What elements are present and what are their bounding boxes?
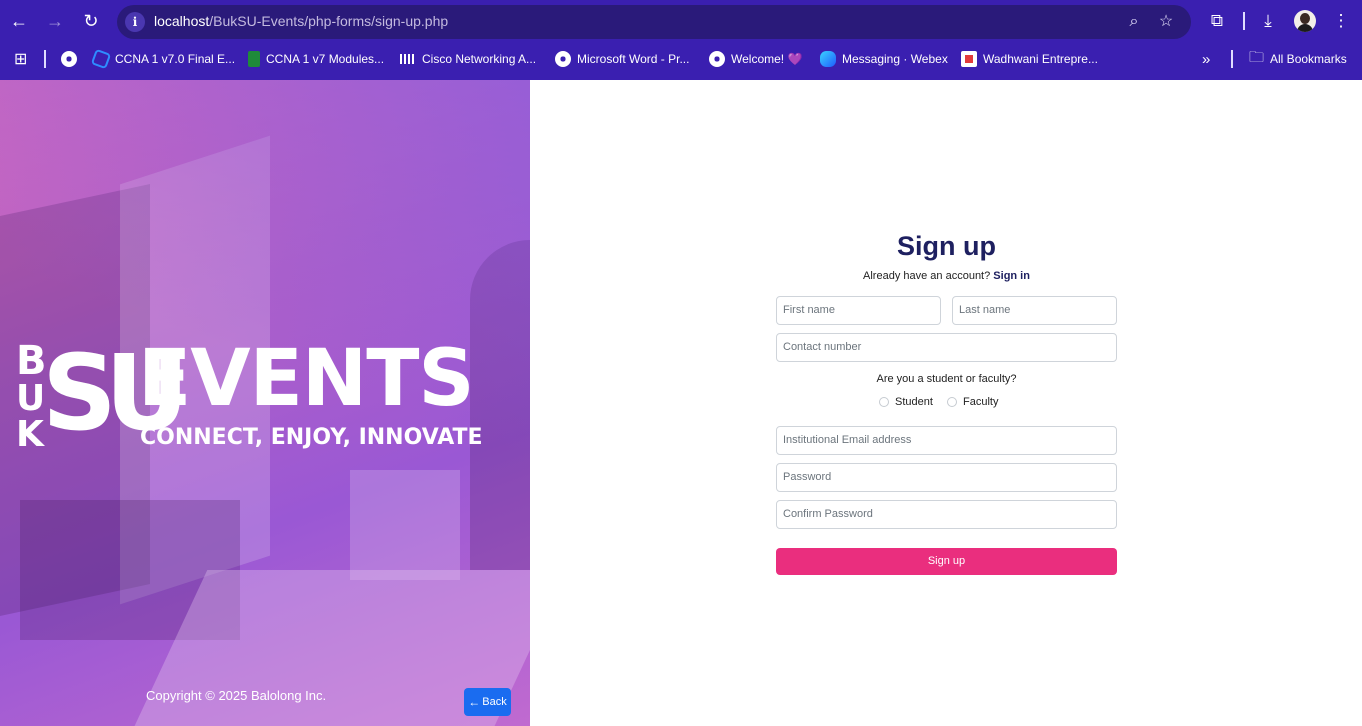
- bookmark-ccna-final[interactable]: CCNA 1 v7.0 Final E...: [90, 48, 235, 70]
- back-button[interactable]: ← Back: [464, 688, 511, 716]
- buksu-events-logo: B U K SU EVENTS CONNECT, ENJOY, INNOVATE: [14, 332, 483, 470]
- browser-toolbar: ← → ↻ i localhost/BukSU-Events/php-forms…: [0, 0, 1362, 42]
- back-arrow-icon[interactable]: ←: [7, 9, 31, 33]
- logo-tagline: CONNECT, ENJOY, INNOVATE: [140, 425, 483, 450]
- contact-number-field[interactable]: Contact number: [776, 333, 1117, 362]
- copyright-text: Copyright © 2025 Balolong Inc.: [146, 688, 327, 703]
- bookmarks-divider: [44, 50, 46, 68]
- ccna-final-icon: [90, 48, 112, 70]
- bookmarks-bar: ⊞ CCNA 1 v7.0 Final E... CCNA 1 v7 Modul…: [0, 42, 1362, 76]
- role-faculty-option[interactable]: Faculty: [947, 396, 998, 408]
- globe-icon[interactable]: [61, 49, 83, 69]
- buksu-logo-mark: B U K SU: [16, 332, 189, 455]
- menu-kebab-icon[interactable]: ⋮: [1329, 9, 1353, 33]
- all-bookmarks[interactable]: 🗀 All Bookmarks: [1249, 49, 1347, 69]
- confirm-password-field[interactable]: Confirm Password: [776, 500, 1117, 529]
- toolbar-divider: [1243, 12, 1245, 30]
- page-title: Sign up: [897, 231, 996, 261]
- extensions-icon[interactable]: ⧉: [1205, 9, 1229, 33]
- hero-panel: B U K SU EVENTS CONNECT, ENJOY, INNOVATE…: [0, 80, 530, 726]
- arrow-left-icon: ←: [468, 695, 481, 709]
- globe-icon: [555, 51, 571, 67]
- bookmark-word[interactable]: Microsoft Word - Pr...: [555, 49, 689, 69]
- role-question: Are you a student or faculty?: [876, 373, 1017, 385]
- password-field[interactable]: Password: [776, 463, 1117, 492]
- download-icon[interactable]: ⤓: [1256, 9, 1280, 33]
- zoom-icon[interactable]: ⌕: [1124, 12, 1144, 32]
- webex-icon: [820, 51, 836, 67]
- cisco-icon: [400, 54, 416, 64]
- first-name-field[interactable]: First name: [776, 296, 941, 325]
- forward-arrow-icon[interactable]: →: [43, 9, 67, 33]
- email-field[interactable]: Institutional Email address: [776, 426, 1117, 455]
- bookmark-cisco[interactable]: Cisco Networking A...: [400, 49, 536, 69]
- wadhwani-icon: [961, 51, 977, 67]
- bookmark-wadhwani[interactable]: Wadhwani Entrepre...: [961, 49, 1098, 69]
- bookmark-ccna-modules[interactable]: CCNA 1 v7 Modules...: [248, 49, 384, 69]
- bookmark-welcome[interactable]: Welcome! 💜: [709, 49, 802, 69]
- signup-button[interactable]: Sign up: [776, 548, 1117, 575]
- signin-link[interactable]: Sign in: [993, 270, 1030, 282]
- logo-events-text: EVENTS: [138, 334, 475, 424]
- folder-icon: 🗀: [1249, 48, 1265, 66]
- faculty-radio[interactable]: [947, 397, 957, 407]
- apps-grid-icon[interactable]: ⊞: [14, 49, 27, 69]
- browser-chrome: ← → ↻ i localhost/BukSU-Events/php-forms…: [0, 0, 1362, 80]
- bookmarks-divider: [1231, 50, 1233, 68]
- last-name-field[interactable]: Last name: [952, 296, 1117, 325]
- profile-avatar[interactable]: [1294, 10, 1316, 32]
- bookmark-webex[interactable]: Messaging · Webex: [820, 49, 948, 69]
- student-radio[interactable]: [879, 397, 889, 407]
- globe-icon: [709, 51, 725, 67]
- site-info-icon[interactable]: i: [125, 12, 145, 32]
- url-text[interactable]: localhost/BukSU-Events/php-forms/sign-up…: [154, 13, 448, 29]
- reload-icon[interactable]: ↻: [79, 9, 103, 33]
- address-bar[interactable]: i localhost/BukSU-Events/php-forms/sign-…: [117, 5, 1191, 39]
- signin-prompt: Already have an account? Sign in: [863, 270, 1030, 282]
- bookmark-star-icon[interactable]: ☆: [1156, 12, 1176, 32]
- ccna-modules-icon: [248, 51, 260, 67]
- role-student-option[interactable]: Student: [879, 396, 933, 408]
- more-bookmarks-icon[interactable]: »: [1202, 49, 1210, 69]
